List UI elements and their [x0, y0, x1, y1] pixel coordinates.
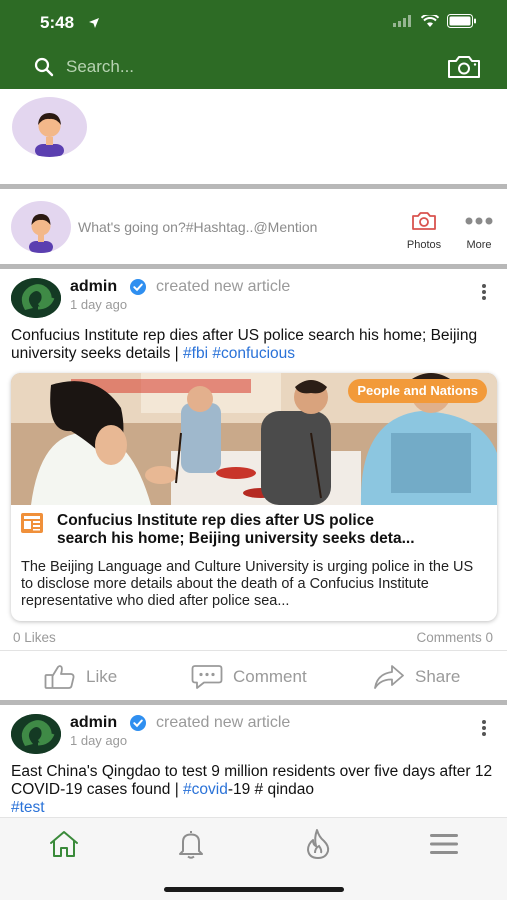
- category-badge: People and Nations: [348, 379, 487, 403]
- article-icon: [21, 513, 43, 533]
- article-title-line: Confucius Institute rep dies after US po…: [57, 512, 374, 529]
- article-preview-card[interactable]: People and Nations Confucius Institute r…: [11, 373, 497, 621]
- share-button[interactable]: Share: [373, 664, 460, 690]
- post-options-button[interactable]: [478, 719, 490, 737]
- post-timestamp: 1 day ago: [70, 297, 128, 312]
- home-icon: [50, 831, 78, 857]
- battery-icon: [447, 14, 476, 28]
- hamburger-menu-icon: [430, 834, 458, 854]
- article-image: People and Nations: [11, 373, 497, 505]
- user-avatar[interactable]: [12, 97, 87, 157]
- divider: [0, 700, 507, 705]
- nav-home[interactable]: [48, 828, 80, 860]
- hashtag-link[interactable]: #covid: [183, 781, 228, 798]
- post-author-avatar[interactable]: [11, 714, 61, 754]
- hashtag-link[interactable]: #confucious: [212, 345, 295, 362]
- post-composer: What's going on?#Hashtag..@Mention Photo…: [0, 189, 507, 264]
- bell-icon: [179, 831, 203, 859]
- post-timestamp: 1 day ago: [70, 733, 128, 748]
- likes-count[interactable]: 0 Likes: [13, 630, 56, 645]
- post-text: Confucius Institute rep dies after US po…: [11, 327, 495, 363]
- comment-label: Comment: [233, 667, 307, 686]
- composer-input[interactable]: What's going on?#Hashtag..@Mention: [78, 219, 317, 235]
- composer-avatar: [11, 201, 71, 253]
- comment-button[interactable]: Comment: [191, 664, 307, 690]
- post-options-button[interactable]: [478, 283, 490, 301]
- photos-label: Photos: [406, 239, 442, 251]
- verified-icon: [130, 279, 146, 295]
- location-arrow-icon: [88, 16, 100, 34]
- wifi-icon: [421, 14, 439, 27]
- nav-trending[interactable]: [302, 828, 334, 860]
- article-title-line: search his home; Beijing university seek…: [57, 530, 415, 547]
- post-stats: 0 Likes Comments 0: [0, 630, 507, 650]
- status-time: 5:48: [40, 13, 75, 32]
- nav-notifications[interactable]: [175, 828, 207, 860]
- post-action-bar: Like Comment Share: [0, 650, 507, 700]
- hashtag-link[interactable]: #test: [11, 799, 45, 816]
- search-icon: [34, 57, 54, 77]
- more-button[interactable]: More: [460, 211, 498, 251]
- like-button[interactable]: Like: [44, 664, 117, 690]
- article-title: Confucius Institute rep dies after US po…: [57, 512, 489, 548]
- post-author-avatar[interactable]: [11, 278, 61, 318]
- kebab-menu-icon: [482, 720, 486, 736]
- app-screen: 5:48 Search... What's going on?#Hashtag.…: [0, 0, 507, 900]
- comments-count[interactable]: Comments 0: [416, 630, 493, 645]
- camera-icon: [448, 56, 480, 78]
- more-icon: [465, 217, 493, 225]
- story-row: [0, 89, 507, 184]
- home-indicator: [164, 887, 344, 892]
- flame-icon: [307, 829, 330, 859]
- header-bar: 5:48: [0, 0, 507, 89]
- hashtag-link[interactable]: #fbi: [183, 345, 208, 362]
- post-action-text: created new article: [156, 278, 291, 295]
- nav-menu[interactable]: [428, 828, 460, 860]
- post-author-name[interactable]: admin: [70, 714, 117, 732]
- like-icon: [44, 665, 75, 689]
- share-label: Share: [415, 667, 461, 686]
- article-description: The Beijing Language and Culture Univers…: [21, 559, 474, 609]
- kebab-menu-icon: [482, 284, 486, 300]
- post-author-name[interactable]: admin: [70, 278, 117, 296]
- more-label: More: [466, 239, 492, 251]
- post-text: East China's Qingdao to test 9 million r…: [11, 763, 495, 817]
- share-icon: [374, 665, 404, 689]
- post-action-text: created new article: [156, 714, 291, 731]
- photos-icon: [412, 212, 436, 230]
- search-input[interactable]: [66, 54, 426, 80]
- photos-button[interactable]: Photos: [404, 211, 444, 251]
- post-body-text: -19 # qindao: [227, 781, 315, 798]
- camera-button[interactable]: [447, 55, 481, 79]
- verified-icon: [130, 715, 146, 731]
- like-label: Like: [86, 667, 118, 686]
- status-icons: [393, 14, 477, 28]
- signal-icon: [393, 15, 411, 27]
- comment-icon: [191, 665, 223, 689]
